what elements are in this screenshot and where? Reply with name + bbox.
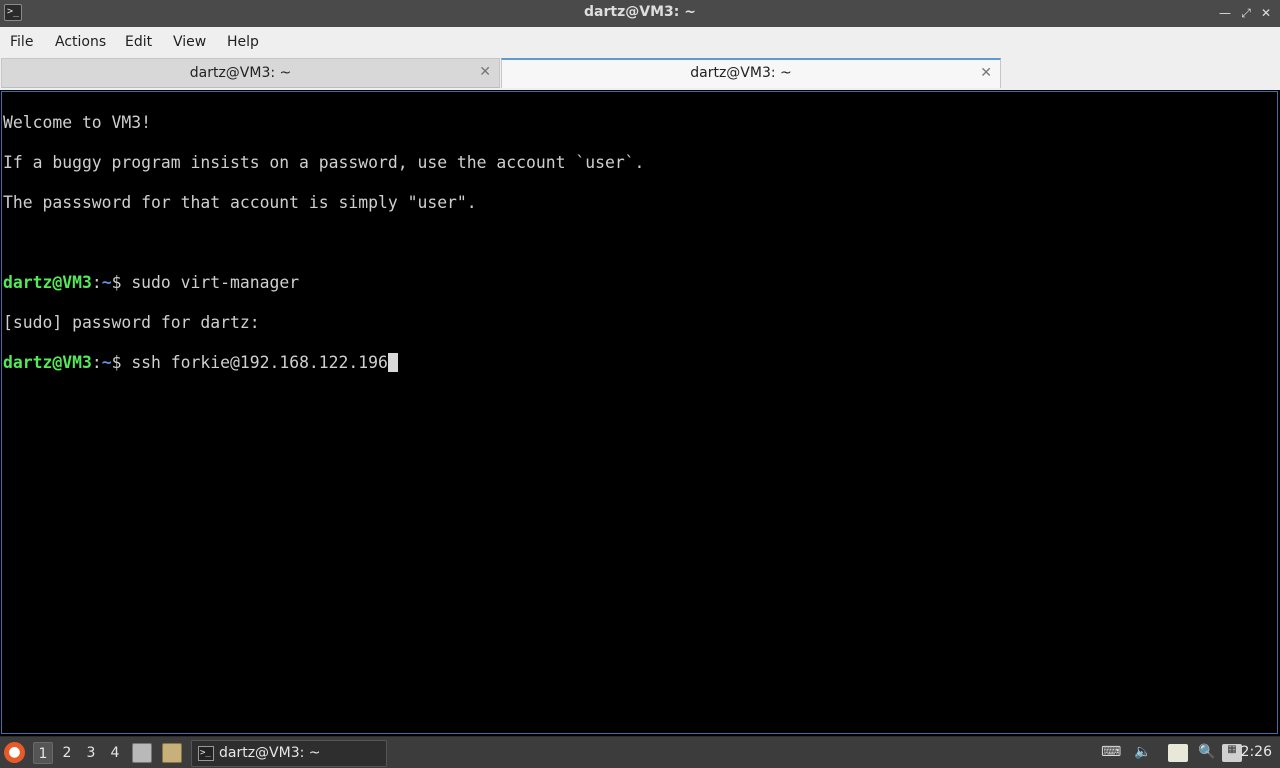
terminal-icon: >_ [198, 746, 214, 761]
menu-edit[interactable]: Edit [125, 34, 152, 50]
taskbar-task-terminal[interactable]: >_ dartz@VM3: ~ [191, 740, 387, 767]
terminal-line: [sudo] password for dartz: [3, 313, 260, 332]
prompt-symbol: $ [111, 273, 132, 292]
menu-actions[interactable]: Actions [55, 34, 106, 50]
keyboard-icon[interactable]: ⌨ [1101, 744, 1121, 762]
menu-bar: File Actions Edit View Help [0, 27, 1280, 57]
prompt-user-host: dartz@VM3 [3, 353, 92, 372]
close-icon[interactable]: ✕ [1257, 4, 1275, 22]
minimize-icon[interactable]: — [1216, 4, 1234, 22]
clipboard-icon[interactable] [1168, 744, 1188, 762]
prompt-separator: : [91, 353, 102, 372]
prompt-path: ~ [101, 273, 112, 292]
file-manager-icon[interactable] [162, 743, 182, 763]
workspace-4[interactable]: 4 [105, 742, 125, 764]
volume-icon[interactable]: 🔈 [1133, 744, 1153, 762]
menu-view[interactable]: View [173, 34, 206, 50]
terminal-output[interactable]: Welcome to VM3! If a buggy program insis… [1, 91, 1278, 734]
workspace-1[interactable]: 1 [33, 742, 53, 764]
start-menu-icon[interactable]: ● [4, 742, 25, 763]
clock[interactable]: 2:26 [1241, 744, 1272, 760]
terminal-line: If a buggy program insists on a password… [3, 153, 645, 172]
tab-label: dartz@VM3: ~ [690, 65, 792, 81]
search-icon[interactable]: 🔍 [1197, 744, 1217, 762]
prompt-separator: : [91, 273, 102, 292]
command-input-text[interactable]: ssh forkie@192.168.122.196 [131, 353, 388, 372]
prompt-path: ~ [101, 353, 112, 372]
tab-terminal-1[interactable]: dartz@VM3: ~ ✕ [1, 58, 500, 88]
prompt-user-host: dartz@VM3 [3, 273, 92, 292]
menu-help[interactable]: Help [227, 34, 259, 50]
tab-bar: dartz@VM3: ~ ✕ dartz@VM3: ~ ✕ [0, 57, 1280, 90]
prompt-symbol: $ [111, 353, 132, 372]
tab-label: dartz@VM3: ~ [189, 65, 292, 81]
task-label: dartz@VM3: ~ [219, 745, 321, 761]
task-manager-icon[interactable]: ▦ [1222, 744, 1242, 762]
show-desktop-icon[interactable] [132, 743, 152, 763]
taskbar: ● 1 2 3 4 >_ dartz@VM3: ~ ⌨ 🔈 🔍 ▦ 2:26 [0, 736, 1280, 768]
tab-close-icon[interactable]: ✕ [980, 65, 992, 81]
terminal-line: The passsword for that account is simply… [3, 193, 477, 212]
prompt-line: dartz@VM3:~$ sudo virt-manager [3, 273, 1277, 293]
text-cursor [387, 353, 398, 372]
workspace-2[interactable]: 2 [57, 742, 77, 764]
command-text: sudo virt-manager [131, 273, 300, 292]
tab-terminal-2[interactable]: dartz@VM3: ~ ✕ [501, 58, 1001, 88]
prompt-line-current: dartz@VM3:~$ ssh forkie@192.168.122.196 [3, 353, 1277, 373]
terminal-line: Welcome to VM3! [3, 113, 152, 132]
restore-icon[interactable]: ⤢ [1237, 4, 1255, 22]
window-titlebar[interactable]: >_ dartz@VM3: ~ — ⤢ ✕ [0, 0, 1280, 27]
workspace-3[interactable]: 3 [81, 742, 101, 764]
tab-close-icon[interactable]: ✕ [479, 64, 491, 80]
menu-file[interactable]: File [10, 34, 33, 50]
window-title: dartz@VM3: ~ [584, 4, 696, 20]
